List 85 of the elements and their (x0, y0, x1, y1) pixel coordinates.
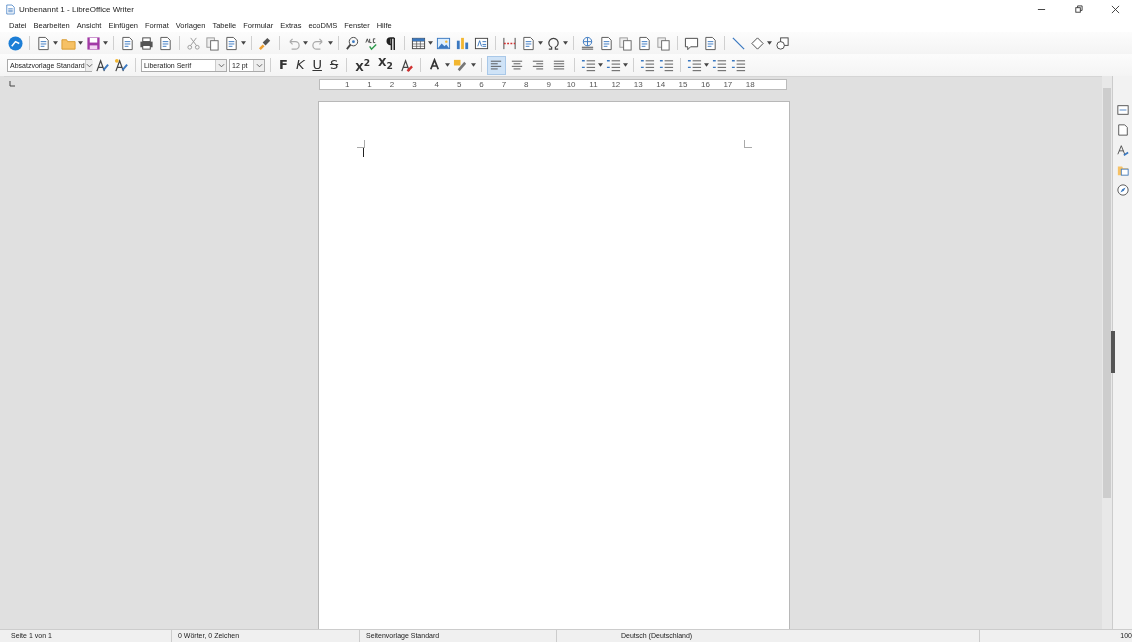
ruler-number: 9 (545, 79, 552, 89)
ruler-number: 11 (588, 79, 599, 89)
tab-stop-icon[interactable] (9, 81, 15, 87)
italic-button[interactable]: K (292, 57, 308, 73)
ruler-number: 17 (722, 79, 734, 89)
ruler-number: 3 (411, 79, 418, 89)
ruler-number: 14 (655, 79, 667, 89)
ruler-number: 16 (700, 79, 711, 89)
dropdown-caret-icon[interactable] (597, 63, 603, 67)
shapes-icon[interactable] (775, 35, 790, 51)
dropdown-caret-icon[interactable] (241, 41, 246, 45)
hyperlink-icon[interactable] (580, 35, 595, 51)
chevron-down-icon (255, 62, 263, 68)
properties-icon[interactable] (1116, 104, 1129, 116)
omega-icon[interactable] (546, 35, 561, 51)
chevron-down-icon (85, 62, 93, 68)
justify-icon (553, 59, 566, 71)
save-icon[interactable] (86, 35, 101, 51)
document-icon (6, 4, 15, 15)
dropdown-caret-icon[interactable] (53, 41, 58, 45)
align-left-button[interactable] (486, 55, 506, 75)
clear-formatting-icon[interactable] (398, 57, 414, 73)
strikethrough-button[interactable]: S (326, 57, 342, 73)
ruler-number: 6 (478, 79, 485, 89)
dropdown-caret-icon[interactable] (703, 63, 709, 67)
find-replace-icon[interactable] (345, 35, 360, 51)
dropdown-caret-icon[interactable] (538, 41, 543, 45)
page-break-icon[interactable] (502, 35, 517, 51)
dropdown-caret-icon[interactable] (303, 41, 308, 45)
clone-formatting-icon[interactable] (258, 35, 273, 51)
close-icon[interactable] (1111, 5, 1120, 14)
ruler-number: 12 (610, 79, 622, 89)
list-bullet-icon[interactable] (580, 57, 596, 73)
start-center-icon[interactable] (8, 35, 23, 51)
new-document-icon[interactable] (36, 35, 51, 51)
copy-icon[interactable] (205, 35, 220, 51)
script-button[interactable]: X$^{2}$ (352, 54, 374, 76)
text-cursor (363, 148, 364, 157)
dropdown-caret-icon[interactable] (444, 63, 450, 67)
bold-button[interactable]: F (276, 57, 291, 73)
underline-button[interactable]: U (309, 57, 325, 73)
text-box-icon[interactable] (474, 35, 489, 51)
styles-icon[interactable] (1116, 144, 1129, 156)
spellcheck-icon[interactable] (364, 35, 379, 51)
align-right-icon (532, 59, 545, 71)
ruler-number: 1 (343, 79, 351, 89)
dropdown-caret-icon[interactable] (328, 41, 333, 45)
ruler-number: 15 (677, 79, 689, 89)
restore-icon[interactable] (1074, 5, 1083, 14)
ruler-number: 7 (500, 79, 508, 89)
print-icon[interactable] (139, 35, 154, 51)
ruler-number: 18 (744, 79, 756, 89)
ruler-number: 5 (455, 79, 463, 89)
horizontal-ruler[interactable]: 1 1 2 3 4 5 6 7 8 9 10 11 12 13 14 15 16 17 18 (319, 78, 787, 90)
dropdown-caret-icon[interactable] (563, 41, 568, 45)
page-icon[interactable] (1116, 124, 1129, 136)
highlighter-icon[interactable] (452, 57, 468, 73)
dropdown-caret-icon[interactable] (428, 41, 433, 45)
dropdown-caret-icon[interactable] (103, 41, 108, 45)
dropdown-caret-icon[interactable] (622, 63, 628, 67)
ruler-number: 4 (433, 79, 440, 89)
image-icon[interactable] (436, 35, 451, 51)
line-icon[interactable] (731, 35, 746, 51)
new-style-icon[interactable] (114, 57, 129, 73)
vertical-scrollbar[interactable] (1102, 76, 1112, 629)
dropdown-caret-icon[interactable] (767, 41, 772, 45)
dropdown-caret-icon[interactable] (78, 41, 83, 45)
table-icon[interactable] (411, 35, 426, 51)
chart-icon[interactable] (455, 35, 470, 51)
window-title: Unbenannt 1 - LibreOffice Writer (19, 5, 134, 14)
ruler-number: 13 (632, 79, 644, 89)
gallery-icon[interactable] (1116, 164, 1129, 176)
comment-icon[interactable] (684, 35, 699, 51)
ruler-number: 2 (388, 79, 396, 89)
ruler-number: 10 (565, 79, 577, 89)
sidebar-handle[interactable] (1111, 331, 1115, 373)
chevron-down-icon (217, 62, 225, 68)
script-button[interactable]: X$_{2}$ (375, 55, 396, 75)
update-style-icon[interactable] (95, 57, 110, 73)
dropdown-caret-icon[interactable] (470, 63, 476, 67)
navigator-icon[interactable] (1116, 184, 1129, 196)
ruler-number: 1 (366, 79, 373, 89)
align-left-icon (490, 59, 503, 71)
align-center-icon (511, 59, 524, 71)
ruler-number: 8 (523, 79, 530, 89)
